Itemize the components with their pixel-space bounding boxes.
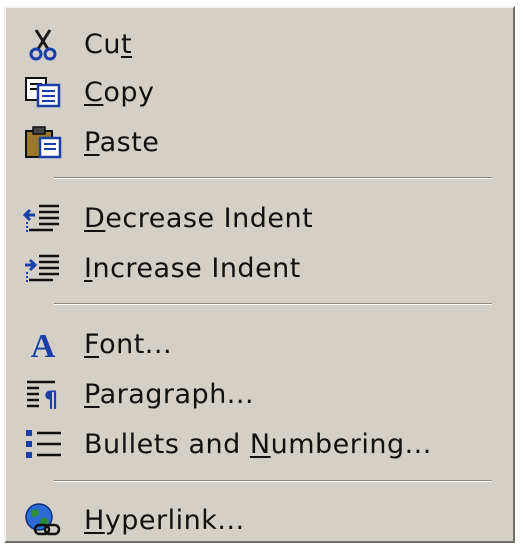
context-menu: Cut Copy Paste Decrease Indent Increase … bbox=[4, 6, 515, 543]
menu-item-label: Bullets and Numbering... bbox=[84, 428, 432, 460]
menu-separator bbox=[54, 177, 492, 179]
menu-item-paste[interactable]: Paste bbox=[16, 120, 504, 164]
hyperlink-icon bbox=[16, 498, 70, 542]
menu-item-increase-indent[interactable]: Increase Indent bbox=[16, 246, 504, 290]
increase-indent-icon bbox=[16, 246, 70, 290]
menu-item-cut[interactable]: Cut bbox=[16, 22, 504, 66]
menu-separator bbox=[54, 480, 492, 482]
menu-item-bullets-and-numbering[interactable]: Bullets and Numbering... bbox=[16, 422, 504, 466]
paste-icon bbox=[16, 120, 70, 164]
paragraph-icon: ¶ bbox=[16, 372, 70, 416]
menu-item-decrease-indent[interactable]: Decrease Indent bbox=[16, 196, 504, 240]
menu-item-label: Copy bbox=[84, 76, 155, 108]
menu-item-label: Font... bbox=[84, 328, 173, 360]
menu-item-label: Decrease Indent bbox=[84, 202, 314, 234]
menu-separator bbox=[54, 303, 492, 305]
menu-item-label: Hyperlink... bbox=[84, 504, 245, 536]
decrease-indent-icon bbox=[16, 196, 70, 240]
menu-item-label: Increase Indent bbox=[84, 252, 301, 284]
bullets-icon bbox=[16, 422, 70, 466]
menu-item-label: Paste bbox=[84, 126, 160, 158]
font-icon: A bbox=[16, 322, 70, 366]
svg-text:A: A bbox=[31, 328, 56, 361]
menu-item-font[interactable]: A Font... bbox=[16, 322, 504, 366]
menu-item-copy[interactable]: Copy bbox=[16, 70, 504, 114]
menu-item-label: Cut bbox=[84, 28, 133, 60]
copy-icon bbox=[16, 70, 70, 114]
scissors-icon bbox=[16, 22, 70, 66]
svg-text:¶: ¶ bbox=[44, 388, 58, 410]
menu-item-paragraph[interactable]: ¶ Paragraph... bbox=[16, 372, 504, 416]
menu-item-hyperlink[interactable]: Hyperlink... bbox=[16, 498, 504, 542]
menu-item-label: Paragraph... bbox=[84, 378, 255, 410]
